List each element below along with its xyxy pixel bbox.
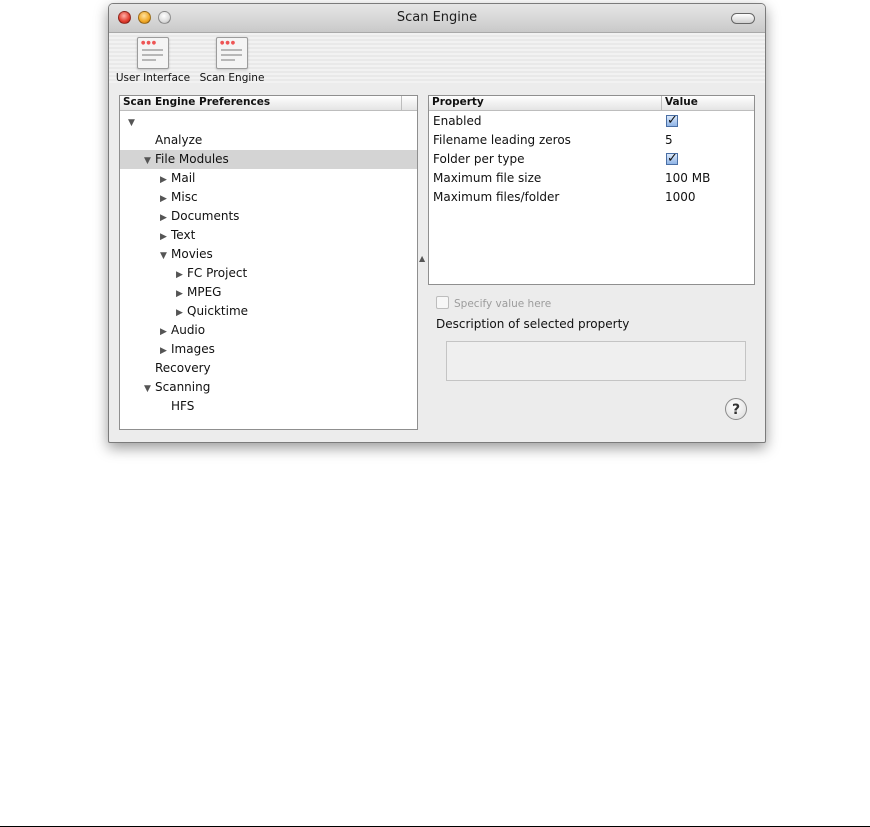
properties-header: Property Value	[429, 96, 754, 111]
toolbar-user-interface[interactable]: ●●● User Interface	[114, 37, 192, 84]
help-button[interactable]: ?	[725, 398, 747, 420]
tree-row-fc-project[interactable]: ▶ FC Project	[120, 264, 417, 283]
tree-row-mail[interactable]: ▶ Mail	[120, 169, 417, 188]
checkbox-box[interactable]	[436, 296, 449, 309]
property-row-maximum-file-size[interactable]: Maximum file size 100 MB	[429, 169, 754, 188]
tree-row-misc[interactable]: ▶ Misc	[120, 188, 417, 207]
tree-row-label: Recovery	[155, 361, 211, 375]
toolbar-scan-engine[interactable]: ●●● Scan Engine	[197, 37, 267, 84]
title-bar[interactable]: Scan Engine	[109, 4, 765, 33]
tree-row-label: Movies	[171, 247, 213, 261]
specify-value-label: Specify value here	[454, 298, 552, 310]
tree-row-label: FC Project	[187, 266, 248, 280]
tree-row-file-modules[interactable]: ▼ File Modules	[120, 150, 417, 169]
tree-row-label: Scanning	[155, 380, 211, 394]
help-icon: ?	[731, 402, 741, 418]
tree-row-label: File Modules	[155, 152, 229, 166]
toolbar-item-label: Scan Engine	[199, 72, 265, 84]
enabled-checkbox[interactable]	[666, 111, 678, 130]
tree-row-label: MPEG	[187, 285, 222, 299]
tree-row-scanning[interactable]: ▼ Scanning	[120, 378, 417, 397]
property-name: Maximum file size	[433, 171, 542, 185]
description-label: Description of selected property	[436, 317, 630, 331]
split-view-handle[interactable]: ▲	[419, 254, 425, 263]
property-name: Filename leading zeros	[433, 133, 571, 147]
description-box	[446, 341, 746, 381]
tree-row-label: HFS	[171, 399, 195, 413]
tree-row-label: Documents	[171, 209, 240, 223]
properties-table[interactable]: Property Value Enabled Filename leading …	[428, 95, 755, 285]
tree-row-label: Misc	[171, 190, 198, 204]
scan-engine-window: Scan Engine ●●● User Interface ●●● Scan …	[108, 3, 766, 443]
tree-row-root[interactable]: ▼	[120, 112, 417, 131]
tree-row-recovery[interactable]: Recovery	[120, 359, 417, 378]
property-value: 100 MB	[665, 171, 711, 185]
tree-row-label: Mail	[171, 171, 196, 185]
tree-row-label: Text	[171, 228, 196, 242]
property-row-filename-leading-zeros[interactable]: Filename leading zeros 5	[429, 131, 754, 150]
property-row-maximum-files-folder[interactable]: Maximum files/folder 1000	[429, 188, 754, 207]
tree-row-images[interactable]: ▶ Images	[120, 340, 417, 359]
tree-row-hfs[interactable]: HFS	[120, 397, 417, 416]
property-name: Folder per type	[433, 152, 525, 166]
property-row-enabled[interactable]: Enabled	[429, 111, 754, 131]
tree-row-movies[interactable]: ▼ Movies	[120, 245, 417, 264]
specify-value-checkbox[interactable]: Specify value here	[436, 296, 551, 310]
toolbar-item-label: User Interface	[115, 72, 191, 84]
tree-row-label: Quicktime	[187, 304, 249, 318]
tree-header[interactable]: Scan Engine Preferences	[120, 96, 417, 111]
tree-row-quicktime[interactable]: ▶ Quicktime	[120, 302, 417, 321]
folder-per-type-checkbox[interactable]	[666, 149, 678, 168]
column-header-property[interactable]: Property	[432, 96, 484, 108]
window-title: Scan Engine	[396, 10, 478, 25]
window-prefs-icon: ●●●	[137, 37, 169, 69]
preferences-tree[interactable]: Scan Engine Preferences ▼ Analyze ▼ File …	[119, 95, 418, 430]
tree-row-label: Images	[171, 342, 215, 356]
tree-row-analyze[interactable]: Analyze	[120, 131, 417, 150]
property-value: 1000	[665, 190, 696, 204]
toolbar: ●●● User Interface ●●● Scan Engine	[109, 33, 765, 84]
tree-row-label: Analyze	[155, 133, 203, 147]
tree-row-documents[interactable]: ▶ Documents	[120, 207, 417, 226]
property-name: Enabled	[433, 114, 482, 128]
toolbar-toggle-button[interactable]	[731, 13, 755, 24]
tree-row-audio[interactable]: ▶ Audio	[120, 321, 417, 340]
property-name: Maximum files/folder	[433, 190, 560, 204]
property-value: 5	[665, 133, 673, 147]
column-header-value[interactable]: Value	[665, 96, 698, 108]
property-row-folder-per-type[interactable]: Folder per type	[429, 149, 754, 169]
tree-header-label: Scan Engine Preferences	[123, 96, 271, 108]
window-prefs-icon: ●●●	[216, 37, 248, 69]
tree-row-label: Audio	[171, 323, 206, 337]
tree-row-mpeg[interactable]: ▶ MPEG	[120, 283, 417, 302]
tree-row-text[interactable]: ▶ Text	[120, 226, 417, 245]
